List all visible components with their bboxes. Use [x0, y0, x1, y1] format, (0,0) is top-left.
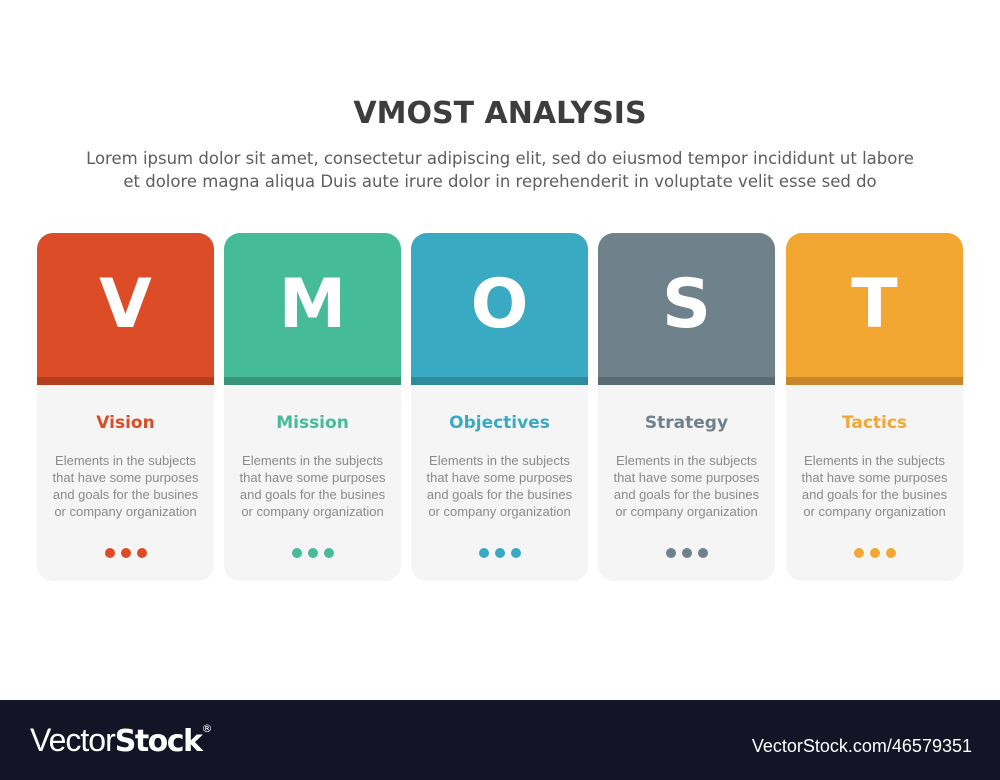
card-description: Elements in the subjects that have some p… — [37, 452, 214, 520]
card-header: O — [411, 233, 588, 377]
subtitle-line: et dolore magna aliqua Duis aute irure d… — [123, 172, 877, 191]
card-divider — [411, 377, 588, 385]
dot — [136, 548, 147, 558]
card-header: S — [598, 233, 775, 377]
dot — [510, 548, 521, 558]
vectorstock-logo: VectorStock® — [30, 722, 213, 759]
description-line: that have some purposes — [613, 470, 760, 485]
subtitle: Lorem ipsum dolor sit amet, consectetur … — [0, 147, 1000, 193]
card-tactics: T Tactics Elements in the subjects that h… — [786, 233, 963, 581]
card-header: M — [224, 233, 401, 377]
description-line: that have some purposes — [426, 470, 573, 485]
subtitle-line: Lorem ipsum dolor sit amet, consectetur … — [86, 149, 914, 168]
dot — [323, 548, 334, 558]
description-line: and goals for the busines — [801, 487, 948, 502]
dots-icon — [37, 548, 214, 558]
dot — [478, 548, 489, 558]
vmost-cards: V Vision Elements in the subjects that ha… — [37, 233, 963, 581]
dots-icon — [224, 548, 401, 558]
card-letter: T — [851, 265, 898, 344]
description-line: that have some purposes — [52, 470, 199, 485]
card-letter: S — [662, 265, 711, 344]
card-objectives: O Objectives Elements in the subjects tha… — [411, 233, 588, 581]
card-title: Mission — [276, 413, 349, 433]
description-line: Elements in the subjects — [55, 453, 196, 468]
card-description: Elements in the subjects that have some p… — [411, 452, 588, 520]
card-divider — [224, 377, 401, 385]
card-strategy: S Strategy Elements in the subjects that … — [598, 233, 775, 581]
dot — [853, 548, 864, 558]
description-line: or company organization — [803, 504, 946, 519]
description-line: that have some purposes — [239, 470, 386, 485]
description-line: Elements in the subjects — [804, 453, 945, 468]
description-line: and goals for the busines — [52, 487, 199, 502]
card-mission: M Mission Elements in the subjects that h… — [224, 233, 401, 581]
dot — [869, 548, 880, 558]
description-line: and goals for the busines — [426, 487, 573, 502]
description-line: or company organization — [241, 504, 384, 519]
page-title: VMOST ANALYSIS — [353, 96, 647, 131]
dots-icon — [598, 548, 775, 558]
card-title: Objectives — [449, 413, 550, 433]
footer-bar: VectorStock® VectorStock.com/46579351 — [0, 700, 1000, 780]
dots-icon — [411, 548, 588, 558]
card-title: Strategy — [644, 413, 729, 433]
description-line: or company organization — [615, 504, 758, 519]
description-line: Elements in the subjects — [242, 453, 383, 468]
dots-icon — [786, 548, 963, 558]
image-id: VectorStock.com/46579351 — [751, 736, 972, 756]
card-letter: V — [99, 265, 152, 344]
description-line: or company organization — [428, 504, 571, 519]
card-vision: V Vision Elements in the subjects that ha… — [37, 233, 214, 581]
card-divider — [598, 377, 775, 385]
card-divider — [786, 377, 963, 385]
dot — [681, 548, 692, 558]
card-description: Elements in the subjects that have some p… — [224, 452, 401, 520]
description-line: or company organization — [54, 504, 197, 519]
card-title: Tactics — [841, 413, 908, 433]
description-line: and goals for the busines — [613, 487, 760, 502]
dot — [120, 548, 131, 558]
dot — [307, 548, 318, 558]
dot — [665, 548, 676, 558]
description-line: that have some purposes — [801, 470, 948, 485]
brand-light: Vector — [30, 722, 116, 758]
dot — [104, 548, 115, 558]
card-header: V — [37, 233, 214, 377]
dot — [494, 548, 505, 558]
card-title: Vision — [96, 413, 155, 433]
dot — [291, 548, 302, 558]
card-description: Elements in the subjects that have some p… — [598, 452, 775, 520]
dot — [885, 548, 896, 558]
description-line: Elements in the subjects — [616, 453, 757, 468]
card-divider — [37, 377, 214, 385]
card-letter: O — [470, 265, 529, 344]
card-description: Elements in the subjects that have some p… — [786, 452, 963, 520]
dot — [697, 548, 708, 558]
description-line: Elements in the subjects — [429, 453, 570, 468]
description-line: and goals for the busines — [239, 487, 386, 502]
card-header: T — [786, 233, 963, 377]
registered-mark: ® — [201, 722, 213, 735]
brand-bold: Stock — [114, 724, 203, 759]
card-letter: M — [278, 265, 347, 344]
